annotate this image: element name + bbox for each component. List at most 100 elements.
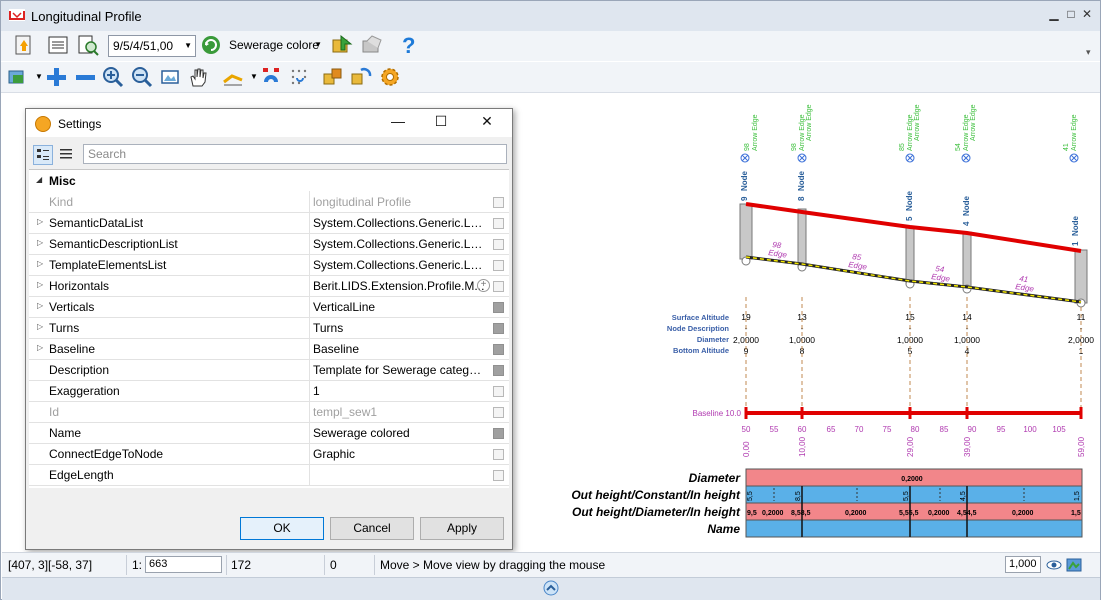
edit-button-icon[interactable] (493, 281, 504, 292)
expand-panel-icon[interactable] (543, 580, 559, 596)
property-value[interactable]: VerticalLine (313, 300, 485, 314)
zoom-in-icon[interactable] (102, 66, 124, 88)
document-search-icon[interactable] (77, 34, 99, 56)
edit-button-icon[interactable] (493, 449, 504, 460)
chevron-down-icon[interactable]: ▼ (35, 72, 43, 81)
property-value[interactable]: System.Collections.Generic.List`... (313, 258, 485, 272)
profile-tools-icon[interactable] (222, 66, 244, 88)
refresh-settings-icon[interactable] (350, 66, 372, 88)
edit-button-icon[interactable] (493, 407, 504, 418)
pan-hand-icon[interactable] (187, 66, 209, 88)
property-value[interactable]: Turns (313, 321, 485, 335)
edit-button-icon[interactable] (493, 470, 504, 481)
property-value[interactable]: Sewerage colored (313, 426, 485, 440)
property-row[interactable]: ▷ Horizontals Berit.LIDS.Extension.Profile… (29, 275, 509, 297)
profile-table: Diameter Out height/Constant/In height O… (571, 468, 1083, 538)
refresh-icon[interactable] (200, 34, 222, 56)
property-value[interactable]: 1 (313, 384, 485, 398)
property-value[interactable]: Baseline (313, 342, 485, 356)
zoom-extent-icon[interactable] (159, 66, 181, 88)
alphabetical-view-icon[interactable] (57, 145, 75, 163)
maximize-button[interactable]: □ (1064, 7, 1078, 21)
apply-template-icon[interactable] (331, 34, 353, 56)
zoom-out-icon[interactable] (131, 66, 153, 88)
edit-button-icon[interactable] (493, 344, 504, 355)
map-icon[interactable] (1065, 556, 1083, 574)
template-combo[interactable]: Sewerage colore ▼ (225, 35, 325, 57)
magnet-snap-icon[interactable] (260, 66, 282, 88)
property-row[interactable]: ▷ TemplateElementsList System.Collections.… (29, 254, 509, 276)
edit-button-icon[interactable] (493, 260, 504, 271)
zoom-input[interactable]: 1,000 (1005, 556, 1041, 573)
eye-icon[interactable] (1045, 556, 1063, 574)
edit-button-icon[interactable] (493, 428, 504, 439)
add-item-icon[interactable]: + (477, 279, 490, 292)
svg-text:0,2000: 0,2000 (901, 476, 923, 483)
remove-icon[interactable] (74, 66, 96, 88)
settings-maximize-button[interactable]: ☐ (431, 113, 451, 130)
property-row[interactable]: EdgeLength (29, 464, 509, 486)
svg-text:95: 95 (997, 425, 1006, 434)
chevron-down-icon[interactable]: ▼ (250, 72, 258, 81)
category-misc[interactable]: ◢ Misc (29, 170, 509, 191)
apply-button[interactable]: Apply (420, 517, 504, 540)
add-icon[interactable] (45, 66, 67, 88)
svg-text:Arrow Edge: Arrow Edge (799, 114, 806, 151)
expand-icon[interactable]: ▷ (37, 322, 43, 331)
overflow-icon[interactable]: ▾ (1086, 47, 1091, 58)
edit-button-icon[interactable] (493, 323, 504, 334)
property-row[interactable]: ▷ Baseline Baseline (29, 338, 509, 360)
edit-button-icon[interactable] (493, 239, 504, 250)
property-row[interactable]: Name Sewerage colored (29, 422, 509, 444)
edit-button-icon[interactable] (493, 197, 504, 208)
top-label-1: 98 (791, 143, 798, 151)
property-value[interactable]: Berit.LIDS.Extension.Profile.M... (313, 279, 485, 293)
help-icon[interactable]: ? (397, 34, 419, 56)
layers-icon[interactable] (7, 66, 29, 88)
svg-text:100: 100 (1023, 425, 1037, 434)
property-row[interactable]: Kind longitudinal Profile (29, 191, 509, 213)
expand-icon[interactable]: ▷ (37, 259, 43, 268)
close-button[interactable]: ✕ (1080, 7, 1094, 21)
edit-button-icon[interactable] (493, 218, 504, 229)
property-value[interactable]: Graphic (313, 447, 485, 461)
edit-button-icon[interactable] (493, 302, 504, 313)
baseline-label: Baseline 10.0 (693, 409, 742, 418)
expand-icon[interactable]: ▷ (37, 301, 43, 310)
property-value[interactable]: System.Collections.Generic.List`... (313, 216, 485, 230)
edit-button-icon[interactable] (493, 386, 504, 397)
settings-close-button[interactable]: ✕ (477, 113, 497, 130)
property-value[interactable]: Template for Sewerage category... (313, 363, 485, 377)
settings-cubes-icon[interactable] (322, 66, 344, 88)
expand-icon[interactable]: ▷ (37, 217, 43, 226)
expand-icon[interactable]: ▷ (37, 238, 43, 247)
property-row[interactable]: ConnectEdgeToNode Graphic (29, 443, 509, 465)
property-row[interactable]: Id templ_sew1 (29, 401, 509, 423)
property-row[interactable]: ▷ Verticals VerticalLine (29, 296, 509, 318)
settings-minimize-button[interactable]: — (388, 113, 408, 129)
property-row[interactable]: ▷ SemanticDataList System.Collections.Gene… (29, 212, 509, 234)
property-row[interactable]: ▷ SemanticDescriptionList System.Collectio… (29, 233, 509, 255)
gear-icon[interactable] (379, 66, 401, 88)
property-row[interactable]: Exaggeration 1 (29, 380, 509, 402)
edit-button-icon[interactable] (493, 365, 504, 376)
categorized-view-icon[interactable] (33, 145, 53, 165)
grid-snap-icon[interactable] (288, 66, 310, 88)
property-value[interactable]: System.Collections.Generic.List`... (313, 237, 485, 251)
expand-icon[interactable]: ▷ (37, 343, 43, 352)
ok-button[interactable]: OK (240, 517, 324, 540)
collapse-icon[interactable]: ◢ (36, 175, 42, 184)
expand-icon[interactable]: ▷ (37, 280, 43, 289)
svg-text:5,5: 5,5 (747, 491, 754, 501)
template-disabled-icon[interactable] (361, 34, 383, 56)
cancel-button[interactable]: Cancel (330, 517, 414, 540)
scale-input[interactable]: 663 (145, 556, 222, 573)
property-row[interactable]: ▷ Turns Turns (29, 317, 509, 339)
export-icon[interactable] (13, 34, 35, 56)
minimize-button[interactable]: ▁ (1047, 7, 1061, 21)
property-row[interactable]: Description Template for Sewerage categor… (29, 359, 509, 381)
version-combo[interactable]: 9/5/4/51,00 ▼ (108, 35, 196, 57)
property-search-input[interactable]: Search (83, 144, 507, 164)
document-list-icon[interactable] (47, 34, 69, 56)
toolbar-view: ▼ ▼ (1, 62, 1100, 93)
